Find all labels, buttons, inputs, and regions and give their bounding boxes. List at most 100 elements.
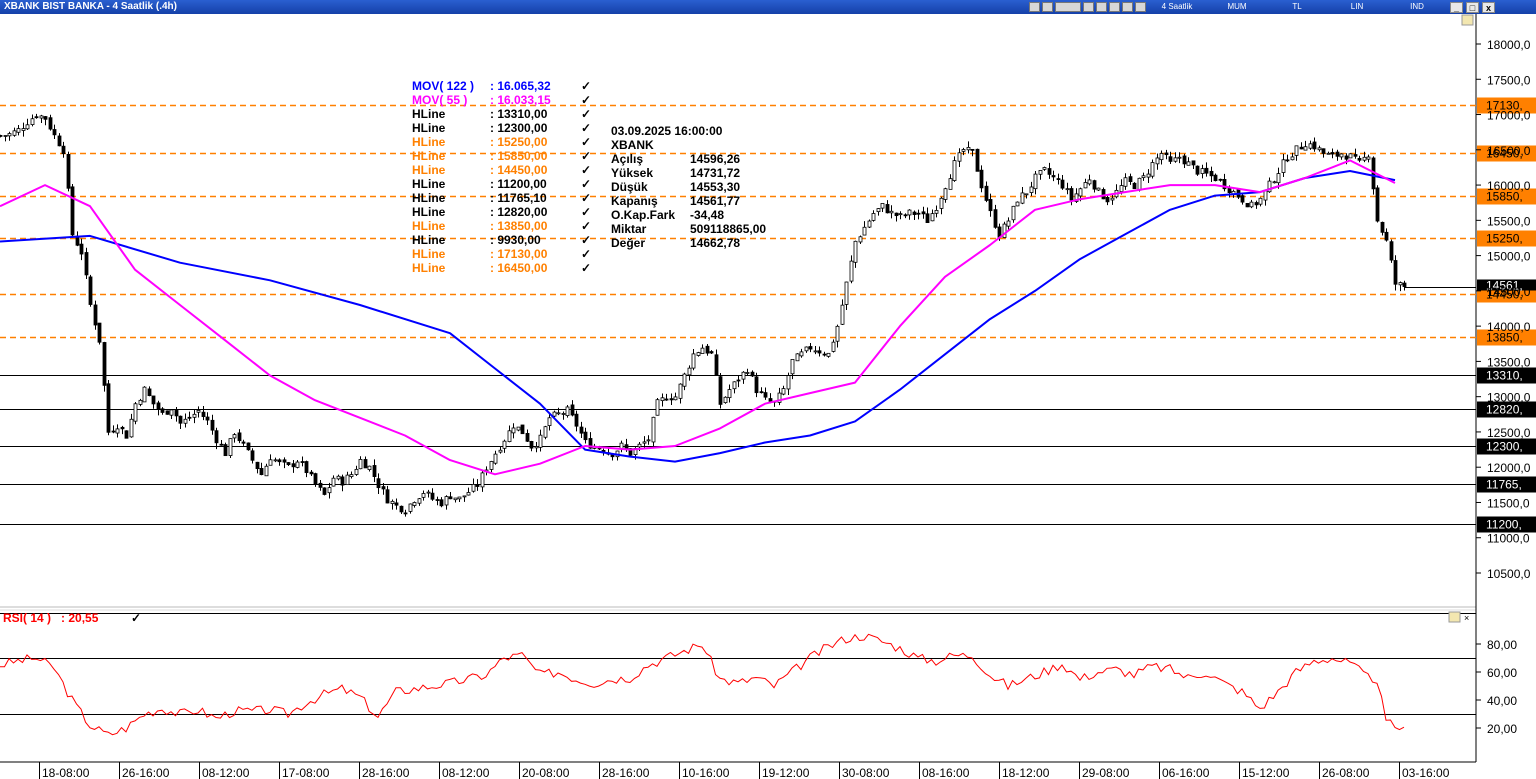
candle-body xyxy=(768,398,773,402)
candle-body xyxy=(160,408,165,413)
candle-body xyxy=(858,236,863,243)
candle-body xyxy=(250,450,255,461)
candle xyxy=(376,473,381,494)
price-chart[interactable]: 17130,16450,15850,15250,14450,13850,1331… xyxy=(0,0,1536,779)
candle xyxy=(678,383,683,404)
candle-body xyxy=(376,478,381,489)
info-datetime: 03.09.2025 16:00:00 xyxy=(611,124,723,138)
candle-body xyxy=(358,459,363,470)
candle xyxy=(759,387,764,394)
candle-body xyxy=(102,342,107,386)
visibility-check-icon[interactable]: ✓ xyxy=(581,135,591,149)
candle xyxy=(660,393,665,407)
candle-body xyxy=(930,213,935,222)
candle xyxy=(1015,201,1020,207)
candle-body xyxy=(133,403,138,422)
candle xyxy=(0,134,3,138)
candle-body xyxy=(1339,153,1344,158)
candle-body xyxy=(142,386,147,403)
rsi-panel-close-icon[interactable]: × xyxy=(1464,613,1469,623)
candle-body xyxy=(907,209,912,216)
hline-tag-8: 12300, xyxy=(1477,438,1536,455)
candle-body xyxy=(363,459,368,469)
candle xyxy=(651,416,656,446)
candle xyxy=(205,412,210,426)
candle-body xyxy=(1389,241,1394,261)
candle xyxy=(745,368,750,376)
rsi-panel-maximize-button[interactable] xyxy=(1448,611,1461,623)
candle xyxy=(862,221,867,236)
visibility-check-icon[interactable]: ✓ xyxy=(581,233,591,247)
visibility-check-icon[interactable]: ✓ xyxy=(581,177,591,191)
visibility-check-icon[interactable]: ✓ xyxy=(581,219,591,233)
hline-tag-3: 15250, xyxy=(1477,230,1536,247)
price-tick-label: 11000,0 xyxy=(1487,532,1530,546)
candle-body xyxy=(129,418,134,438)
visibility-check-icon[interactable]: ✓ xyxy=(581,79,591,93)
candle xyxy=(705,344,710,356)
candle xyxy=(1375,185,1380,223)
candle xyxy=(1335,149,1340,161)
candle-body xyxy=(1033,173,1038,190)
candle-body xyxy=(237,432,242,442)
candle-body xyxy=(912,211,917,215)
candle xyxy=(804,346,809,353)
candle-body xyxy=(21,128,26,131)
candle-body xyxy=(1308,143,1313,149)
candle-body xyxy=(120,426,125,430)
candle-body xyxy=(714,354,719,376)
candle-body xyxy=(808,346,813,350)
visibility-check-icon[interactable]: ✓ xyxy=(581,149,591,163)
candle xyxy=(295,460,300,469)
legend-entry: HLine: 13850,00 ✓ xyxy=(412,219,591,233)
candle-body xyxy=(583,431,588,441)
candle xyxy=(1357,155,1362,163)
rsi-visibility-check-icon[interactable]: ✓ xyxy=(131,611,141,625)
candle-body xyxy=(372,465,377,477)
candle xyxy=(52,124,57,139)
candle xyxy=(349,471,354,479)
rsi-tick-label: 80,00 xyxy=(1487,638,1517,652)
visibility-check-icon[interactable]: ✓ xyxy=(581,121,591,135)
candle-body xyxy=(381,486,386,490)
visibility-check-icon[interactable]: ✓ xyxy=(581,163,591,177)
info-row-value: 509118865,00 xyxy=(690,222,766,236)
candle xyxy=(498,446,503,454)
candle xyxy=(979,165,984,193)
candle-body xyxy=(1375,187,1380,222)
candle xyxy=(246,442,251,451)
candle-body xyxy=(840,304,845,325)
rsi-legend-value: : 20,55 xyxy=(61,611,99,625)
candle-body xyxy=(331,477,336,487)
candle-body xyxy=(1204,167,1209,174)
visibility-check-icon[interactable]: ✓ xyxy=(581,191,591,205)
candle xyxy=(786,372,791,395)
candle-body xyxy=(1200,168,1205,174)
candle xyxy=(367,465,372,472)
candle xyxy=(97,322,102,345)
candle-body xyxy=(106,383,111,433)
candle-body xyxy=(804,346,809,352)
candle xyxy=(358,456,363,470)
legend-entry-name: HLine xyxy=(412,177,446,191)
legend-entry-name: HLine xyxy=(412,233,446,247)
candle-body xyxy=(93,304,98,326)
candle xyxy=(1047,162,1052,179)
legend-entry-value: : 9930,00 xyxy=(490,233,541,247)
legend-entry-value: : 11200,00 xyxy=(490,177,547,191)
visibility-check-icon[interactable]: ✓ xyxy=(581,93,591,107)
candle xyxy=(520,424,525,435)
visibility-check-icon[interactable]: ✓ xyxy=(581,107,591,121)
candle xyxy=(475,479,480,491)
candle-body xyxy=(759,391,764,394)
visibility-check-icon[interactable]: ✓ xyxy=(581,247,591,261)
price-panel-button[interactable] xyxy=(1461,14,1474,26)
candle xyxy=(858,235,863,245)
candle xyxy=(790,359,795,380)
candle xyxy=(880,203,885,212)
candle-body xyxy=(1384,231,1389,241)
legend-entry-value: : 13310,00 xyxy=(490,107,548,121)
candle-body xyxy=(903,214,908,217)
visibility-check-icon[interactable]: ✓ xyxy=(581,205,591,219)
visibility-check-icon[interactable]: ✓ xyxy=(581,261,591,275)
